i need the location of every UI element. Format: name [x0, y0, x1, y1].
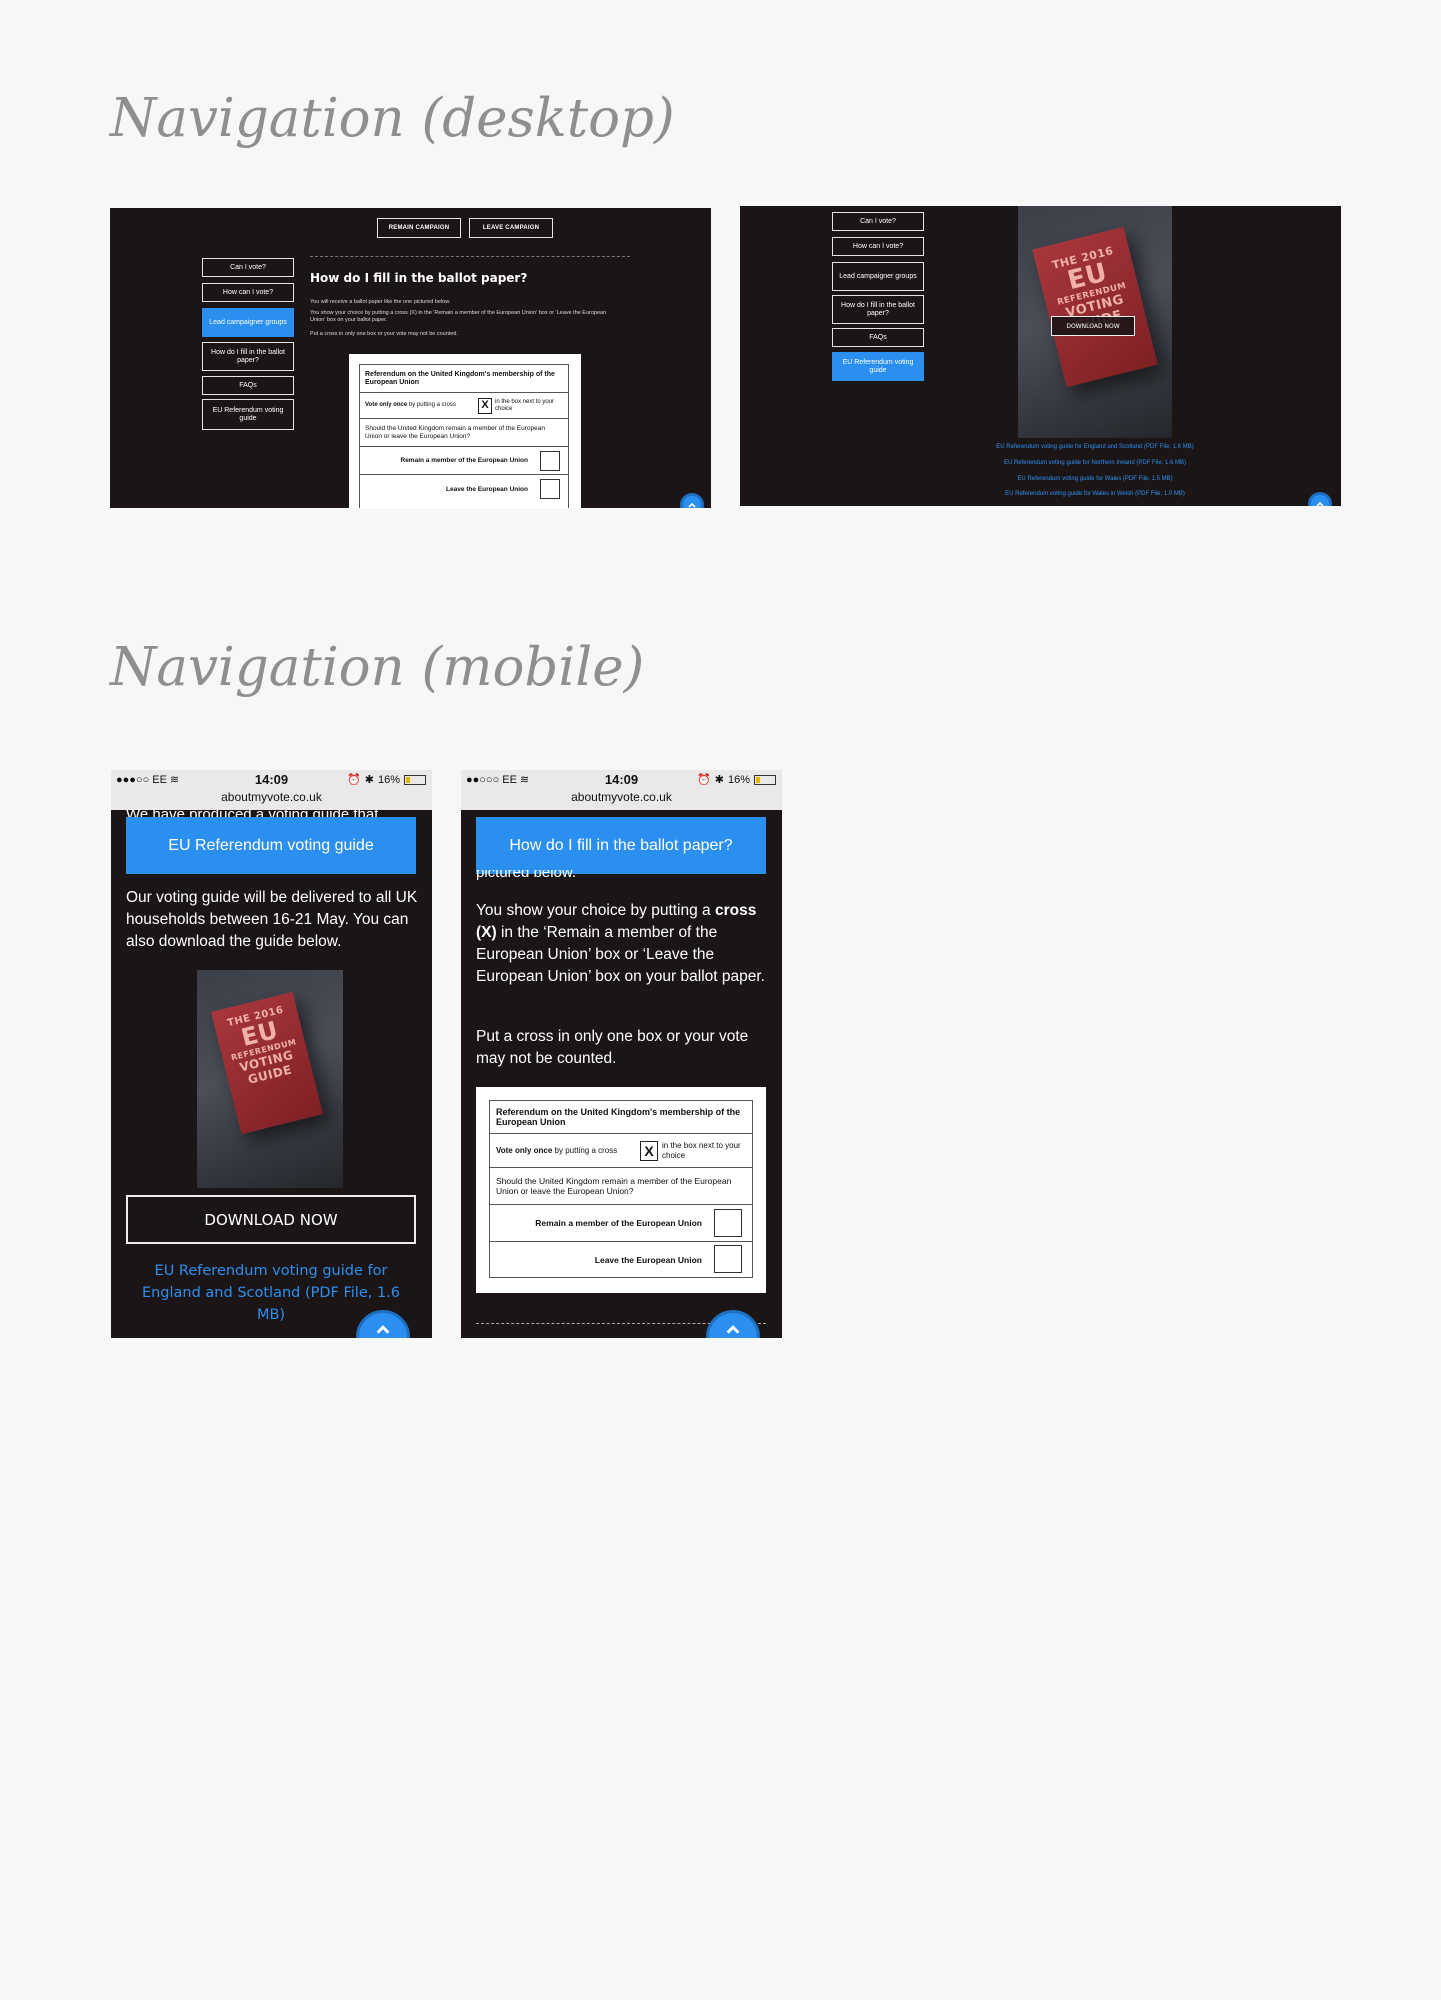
- paragraph-2: You show your choice by putting a cross …: [310, 310, 607, 323]
- section-header[interactable]: How do I fill in the ballot paper?: [476, 817, 766, 874]
- ballot-paper-image: Referendum on the United Kingdom's membe…: [349, 354, 581, 508]
- ballot-question: Should the United Kingdom remain a membe…: [360, 419, 568, 447]
- download-now-button[interactable]: DOWNLOAD NOW: [126, 1195, 416, 1244]
- bluetooth-icon: ✱: [364, 774, 374, 786]
- battery-icon: [404, 774, 426, 785]
- ballot-question: Should the United Kingdom remain a membe…: [490, 1168, 752, 1205]
- bluetooth-icon: ✱: [714, 774, 724, 786]
- nav-voting-guide[interactable]: EU Referendum voting guide: [202, 399, 294, 430]
- leave-campaign-button[interactable]: LEAVE CAMPAIGN: [469, 218, 553, 238]
- chevron-up-icon: [1316, 501, 1324, 506]
- heading-mobile: Navigation (mobile): [110, 637, 645, 698]
- ballot-paper-image: Referendum on the United Kingdom's membe…: [476, 1087, 766, 1293]
- ballot-leave-box: [540, 479, 560, 499]
- ballot-warning: Put a cross in only one box or your vote…: [476, 1028, 749, 1067]
- nav-voting-guide[interactable]: EU Referendum voting guide: [832, 352, 924, 381]
- divider: [310, 256, 630, 257]
- desktop-screenshot-guide: Can I vote? How can I vote? Lead campaig…: [740, 206, 1341, 506]
- nav-fill-ballot[interactable]: How do I fill in the ballot paper?: [832, 295, 924, 324]
- ballot-leave-box: [714, 1245, 742, 1273]
- ballot-x-icon: X: [478, 397, 492, 414]
- download-now-button[interactable]: DOWNLOAD NOW: [1051, 316, 1135, 336]
- guide-link-wales-welsh[interactable]: EU Referendum voting guide for Wales in …: [900, 491, 1290, 497]
- alarm-icon: ⏰: [697, 774, 711, 786]
- url-bar[interactable]: aboutmyvote.co.uk: [111, 790, 432, 804]
- ballot-remain-label: Remain a member of the European Union: [400, 457, 529, 464]
- heading-desktop: Navigation (desktop): [110, 88, 675, 149]
- guide-body-text: Our voting guide will be delivered to al…: [126, 889, 418, 950]
- ballot-instructions: You show your choice by putting a cross …: [476, 902, 765, 985]
- clipped-text: pictured below.: [476, 870, 577, 881]
- url-bar[interactable]: aboutmyvote.co.uk: [461, 790, 782, 804]
- voting-guide-book-image: THE 2016 EU REFERENDUM VOTING GUIDE: [197, 970, 343, 1188]
- back-to-top-button[interactable]: [680, 493, 704, 508]
- paragraph-3: Put a cross in only one box or your vote…: [310, 331, 458, 337]
- nav-fill-ballot[interactable]: How do I fill in the ballot paper?: [202, 342, 294, 371]
- chevron-up-icon: [376, 1325, 390, 1334]
- nav-lead-campaigner-groups[interactable]: Lead campaigner groups: [202, 308, 294, 337]
- ballot-remain-box: [540, 451, 560, 471]
- ballot-remain-box: [714, 1209, 742, 1237]
- mobile-screenshot-ballot: ●●○○○ EE ≋ 14:09 ⏰ ✱ 16% aboutmyvote.co.…: [461, 770, 782, 1338]
- ballot-title: Referendum on the United Kingdom's membe…: [490, 1101, 752, 1134]
- ballot-leave-label: Leave the European Union: [446, 485, 528, 493]
- battery-icon: [754, 774, 776, 785]
- chevron-up-icon: [688, 502, 696, 508]
- ballot-box-next: in the box next to your choice: [495, 398, 555, 412]
- nav-how-can-i-vote[interactable]: How can I vote?: [832, 237, 924, 256]
- nav-can-i-vote[interactable]: Can I vote?: [202, 258, 294, 277]
- ballot-by-putting: by putting a cross: [554, 1145, 618, 1155]
- page-title: How do I fill in the ballot paper?: [310, 271, 528, 285]
- mobile-screenshot-guide: ●●●○○ EE ≋ 14:09 ⏰ ✱ 16% aboutmyvote.co.…: [111, 770, 432, 1338]
- ballot-vote-only-once: Vote only once: [365, 402, 408, 408]
- battery-percent: 16%: [727, 773, 750, 786]
- nav-can-i-vote[interactable]: Can I vote?: [832, 212, 924, 231]
- nav-faqs[interactable]: FAQs: [832, 328, 924, 347]
- nav-faqs[interactable]: FAQs: [202, 376, 294, 395]
- status-bar: ●●○○○ EE ≋ 14:09 ⏰ ✱ 16% aboutmyvote.co.…: [461, 770, 782, 810]
- alarm-icon: ⏰: [347, 774, 361, 786]
- nav-lead-campaigner-groups[interactable]: Lead campaigner groups: [832, 262, 924, 291]
- guide-link-wales[interactable]: EU Referendum voting guide for Wales (PD…: [900, 476, 1290, 482]
- desktop-screenshot-ballot: REMAIN CAMPAIGN LEAVE CAMPAIGN Can I vot…: [110, 208, 711, 508]
- remain-campaign-button[interactable]: REMAIN CAMPAIGN: [377, 218, 461, 238]
- nav-how-can-i-vote[interactable]: How can I vote?: [202, 283, 294, 302]
- ballot-vote-only-once: Vote only once: [496, 1145, 553, 1155]
- back-to-top-button[interactable]: [706, 1310, 760, 1338]
- ballot-by-putting: by putting a cross: [408, 402, 456, 408]
- battery-percent: 16%: [377, 773, 400, 786]
- ballot-leave-label: Leave the European Union: [594, 1254, 702, 1265]
- section-header[interactable]: EU Referendum voting guide: [126, 817, 416, 874]
- status-bar: ●●●○○ EE ≋ 14:09 ⏰ ✱ 16% aboutmyvote.co.…: [111, 770, 432, 810]
- chevron-up-icon: [726, 1325, 740, 1334]
- ballot-x-icon: X: [640, 1140, 658, 1161]
- back-to-top-button[interactable]: [1308, 492, 1332, 506]
- ballot-title: Referendum on the United Kingdom's membe…: [360, 365, 568, 393]
- guide-link-northern-ireland[interactable]: EU Referendum voting guide for Northern …: [900, 460, 1290, 466]
- paragraph-1: You will receive a ballot paper like the…: [310, 299, 451, 305]
- ballot-box-next: in the box next to your choice: [662, 1140, 741, 1160]
- guide-link-england-scotland[interactable]: EU Referendum voting guide for England a…: [900, 444, 1290, 450]
- ballot-remain-label: Remain a member of the European Union: [535, 1218, 702, 1228]
